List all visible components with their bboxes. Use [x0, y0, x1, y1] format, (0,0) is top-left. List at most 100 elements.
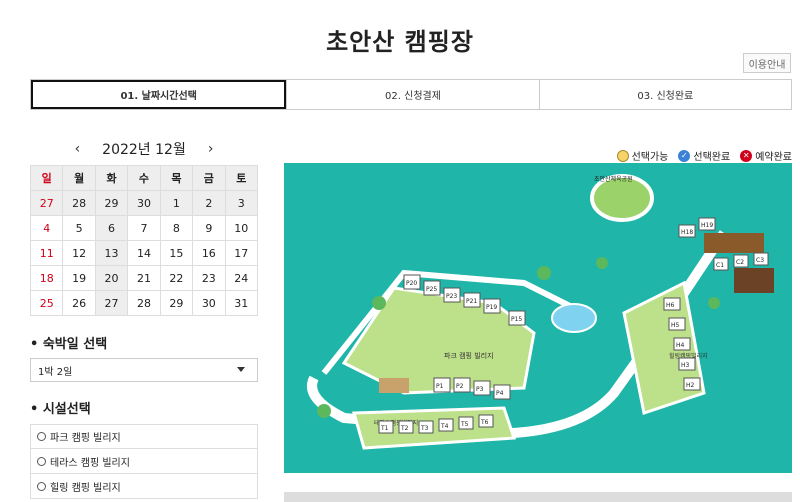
weekday: 토	[224, 165, 259, 191]
step-complete[interactable]: 03. 신청완료	[538, 80, 791, 109]
svg-text:T3: T3	[420, 425, 429, 432]
legend-label: 선택가능	[631, 152, 669, 163]
svg-text:H2: H2	[686, 382, 695, 389]
calendar-day[interactable]: 4	[29, 215, 64, 241]
radio-icon[interactable]	[37, 481, 46, 491]
calendar-day[interactable]: 29	[94, 190, 129, 216]
calendar-day[interactable]: 13	[94, 240, 129, 266]
cabin-building	[704, 233, 764, 253]
facility-option[interactable]: 힐링 캠핑 빌리지	[30, 474, 258, 499]
calendar-week: 27 28 29 30 1 2 3	[29, 190, 259, 216]
calendar-day[interactable]: 10	[224, 215, 259, 241]
svg-text:P21: P21	[466, 298, 477, 305]
calendar-day[interactable]: 6	[94, 215, 129, 241]
calendar-day[interactable]: 27	[94, 290, 129, 316]
facility-option[interactable]: 테라스 캠핑 빌리지	[30, 449, 258, 474]
legend-label: 예약완료	[755, 152, 792, 163]
weekday: 금	[192, 165, 226, 191]
radio-icon[interactable]	[37, 456, 46, 466]
weekday: 목	[159, 165, 194, 191]
step-payment[interactable]: 02. 신청결제	[286, 80, 539, 109]
check-icon: ✓	[678, 149, 691, 162]
calendar-week: 11 12 13 14 15 16 17	[29, 240, 259, 266]
weekday: 일	[29, 165, 64, 191]
calendar-day[interactable]: 7	[127, 215, 161, 241]
office-building	[379, 378, 409, 393]
calendar-day[interactable]: 9	[192, 215, 226, 241]
svg-text:T5: T5	[460, 421, 469, 428]
calendar-day[interactable]: 25	[29, 290, 64, 316]
tree-icon	[372, 296, 386, 310]
svg-text:H18: H18	[681, 229, 693, 236]
svg-text:P15: P15	[511, 316, 522, 323]
svg-text:T2: T2	[400, 425, 409, 432]
facility-option[interactable]: 파크 캠핑 빌리지	[30, 424, 258, 449]
calendar-day[interactable]: 28	[127, 290, 161, 316]
calendar-day[interactable]: 31	[224, 290, 259, 316]
step-tabs: 01. 날짜시간선택 02. 신청결제 03. 신청완료	[30, 79, 792, 110]
stay-select[interactable]: 1박 2일	[30, 358, 258, 382]
calendar-day[interactable]: 2	[192, 190, 226, 216]
calendar-day[interactable]: 11	[29, 240, 64, 266]
calendar-day[interactable]: 20	[94, 265, 129, 291]
campsite-map: 초안산체육공원 파크 캠핑 빌리지 테라스캠핑빌리지 힐링캠핑빌리지 P1 P2	[284, 163, 792, 473]
calendar-day[interactable]: 22	[159, 265, 194, 291]
calendar-day[interactable]: 27	[29, 190, 64, 216]
calendar-day[interactable]: 30	[192, 290, 226, 316]
legend-label: 선택완료	[693, 152, 731, 163]
guide-button[interactable]: 이용안내	[743, 53, 791, 73]
calendar-day[interactable]: 15	[159, 240, 194, 266]
svg-text:P3: P3	[476, 386, 484, 393]
available-icon	[616, 149, 629, 162]
calendar-day[interactable]: 14	[127, 240, 161, 266]
radio-icon[interactable]	[37, 432, 46, 441]
calendar-day[interactable]: 5	[62, 215, 96, 241]
tree-icon	[596, 257, 608, 269]
next-month-icon[interactable]: ›	[200, 141, 222, 157]
calendar-week: 25 26 27 28 29 30 31	[29, 290, 259, 316]
lodge-building	[734, 268, 774, 293]
calendar-day[interactable]: 12	[62, 240, 96, 266]
calendar-day[interactable]: 17	[224, 240, 259, 266]
calendar-day[interactable]: 21	[127, 265, 161, 291]
calendar-day[interactable]: 19	[62, 265, 96, 291]
facility-option-label: 테라스 캠핑 빌리지	[50, 457, 130, 469]
center-label: 파크 캠핑 빌리지	[444, 351, 494, 360]
svg-text:C1: C1	[716, 262, 724, 269]
calendar-day[interactable]: 16	[192, 240, 226, 266]
stay-section-label: • 숙박일 선택	[30, 337, 108, 352]
calendar-day[interactable]: 23	[192, 265, 226, 291]
calendar: 일 월 화 수 목 금 토 27 28 29 30 1 2 3 4 5 6 7 …	[29, 165, 259, 316]
calendar-day[interactable]: 26	[62, 290, 96, 316]
svg-text:H5: H5	[671, 322, 680, 329]
park-label: 초안산체육공원	[594, 175, 633, 183]
svg-text:P19: P19	[486, 304, 497, 311]
calendar-day[interactable]: 8	[159, 215, 194, 241]
svg-text:P20: P20	[406, 280, 417, 287]
svg-text:P25: P25	[426, 286, 437, 293]
calendar-day[interactable]: 30	[127, 190, 161, 216]
calendar-day[interactable]: 29	[159, 290, 194, 316]
svg-text:C2: C2	[736, 259, 744, 266]
calendar-header: ‹ 2022년 12월 ›	[30, 138, 258, 160]
facility-list: 파크 캠핑 빌리지 테라스 캠핑 빌리지 힐링 캠핑 빌리지	[30, 424, 258, 499]
legend-reserved: ✕ 예약완료	[740, 148, 792, 163]
svg-text:H19: H19	[701, 222, 713, 229]
svg-text:P4: P4	[496, 390, 504, 397]
calendar-month: 2022년 12월	[102, 142, 186, 158]
prev-month-icon[interactable]: ‹	[67, 141, 89, 157]
step-date-select[interactable]: 01. 날짜시간선택	[31, 80, 287, 109]
calendar-day[interactable]: 28	[62, 190, 96, 216]
calendar-day[interactable]: 1	[159, 190, 194, 216]
facility-label-text: 시설선택	[42, 402, 91, 417]
calendar-day[interactable]: 24	[224, 265, 259, 291]
weekday: 월	[62, 165, 96, 191]
calendar-day[interactable]: 3	[224, 190, 259, 216]
caret-down-icon	[237, 367, 245, 372]
calendar-day[interactable]: 18	[29, 265, 64, 291]
svg-text:H3: H3	[681, 362, 690, 369]
svg-text:T1: T1	[380, 425, 389, 432]
close-icon: ✕	[740, 149, 753, 162]
tree-icon	[537, 266, 551, 280]
page-title: 초안산 캠핑장	[326, 28, 474, 56]
